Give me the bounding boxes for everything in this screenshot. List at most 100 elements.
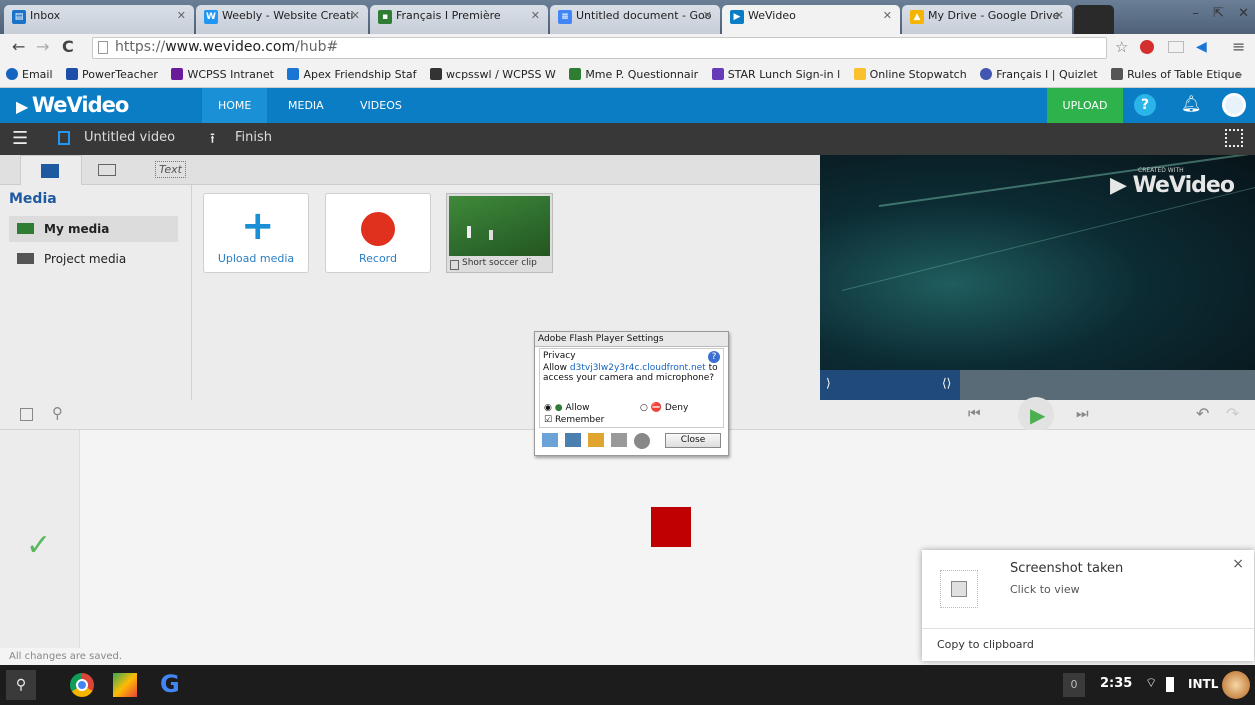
- drop-target[interactable]: [651, 507, 691, 547]
- trim-start-handle[interactable]: ⟩: [826, 376, 831, 390]
- bookmark-star-lunch[interactable]: STAR Lunch Sign-in l: [711, 68, 840, 81]
- trim-end-handle[interactable]: ⟨⟩: [942, 376, 951, 390]
- storage-icon[interactable]: [588, 433, 604, 447]
- bookmark-intranet[interactable]: WCPSS Intranet: [171, 68, 274, 81]
- docs-icon: ≡: [558, 10, 572, 24]
- nav-videos[interactable]: VIDEOS: [344, 88, 418, 123]
- deny-radio[interactable]: ○ ⛔ Deny: [640, 403, 688, 413]
- forward-icon[interactable]: →: [36, 37, 49, 56]
- microphone-icon[interactable]: [611, 433, 627, 447]
- notification-subtitle[interactable]: Click to view: [1010, 583, 1080, 596]
- minimize-icon[interactable]: –: [1192, 6, 1199, 21]
- finish-button[interactable]: Finish: [235, 130, 272, 145]
- privacy-icon[interactable]: [565, 433, 581, 447]
- clock[interactable]: 2:35: [1100, 676, 1132, 691]
- close-button[interactable]: Close: [665, 433, 721, 448]
- cast-icon[interactable]: [1168, 41, 1184, 53]
- tab-francais[interactable]: ▪ Français I Première ✕: [370, 5, 548, 34]
- close-icon[interactable]: ✕: [351, 9, 360, 22]
- bookmark-quizlet[interactable]: Français I | Quizlet: [980, 68, 1098, 81]
- megaphone-icon[interactable]: ◀: [1196, 39, 1207, 55]
- bookmark-stopwatch[interactable]: Online Stopwatch: [853, 68, 967, 81]
- record-card[interactable]: Record: [325, 193, 431, 273]
- divider: [191, 185, 192, 400]
- tab-text[interactable]: Text: [155, 161, 186, 178]
- reload-icon[interactable]: C: [62, 37, 74, 56]
- maximize-icon[interactable]: ⇱: [1213, 6, 1224, 21]
- bookmark-powerteacher[interactable]: PowerTeacher: [66, 68, 158, 81]
- upload-button[interactable]: UPLOAD: [1047, 88, 1123, 123]
- nav-media[interactable]: MEDIA: [272, 88, 340, 123]
- upload-media-card[interactable]: + Upload media: [203, 193, 309, 273]
- fullscreen-icon[interactable]: [1225, 129, 1243, 147]
- play-button[interactable]: ▶: [1018, 397, 1054, 433]
- google-icon[interactable]: G: [160, 670, 180, 698]
- bookmark-table-etiquette[interactable]: Rules of Table Etique: [1111, 68, 1241, 81]
- close-window-icon[interactable]: ✕: [1238, 6, 1249, 21]
- help-icon[interactable]: ?: [1134, 94, 1156, 116]
- user-avatar[interactable]: [1222, 671, 1250, 699]
- collapse-icon[interactable]: [20, 408, 33, 421]
- tab-drive[interactable]: ▲ My Drive - Google Drive ✕: [902, 5, 1072, 34]
- soccer-clip-card[interactable]: Short soccer clip: [446, 193, 553, 273]
- help-icon[interactable]: ?: [708, 351, 720, 363]
- close-icon[interactable]: ×: [1232, 556, 1244, 572]
- chrome-icon[interactable]: [70, 673, 94, 697]
- notification-badge[interactable]: 0: [1063, 673, 1085, 697]
- ime-indicator[interactable]: INTL: [1188, 677, 1218, 691]
- tab-wevideo[interactable]: ▶ WeVideo ✕: [722, 5, 900, 34]
- hamburger-icon[interactable]: ☰: [12, 128, 28, 149]
- extension-icon[interactable]: [1140, 40, 1154, 54]
- window-controls[interactable]: – ⇱ ✕: [1192, 6, 1249, 21]
- skip-forward-icon[interactable]: ⏭: [1076, 406, 1089, 422]
- camera-icon[interactable]: [634, 433, 650, 449]
- preview-scrubber[interactable]: ⟩ ⟨⟩: [820, 370, 1255, 400]
- close-icon[interactable]: ✕: [703, 9, 712, 22]
- undo-icon[interactable]: ↶: [1196, 404, 1209, 423]
- close-icon[interactable]: ✕: [531, 9, 540, 22]
- wevideo-logo[interactable]: ▶ WeVideo: [16, 93, 129, 117]
- back-icon[interactable]: ←: [12, 37, 25, 56]
- close-icon[interactable]: ✕: [883, 9, 892, 22]
- folder-my-media[interactable]: My media: [9, 216, 178, 242]
- allow-radio[interactable]: ◉ ● Allow: [544, 403, 589, 413]
- bookmarks-overflow[interactable]: »: [1236, 68, 1243, 81]
- avatar[interactable]: [1222, 93, 1246, 117]
- tab-docs[interactable]: ≡ Untitled document - Goo ✕: [550, 5, 720, 34]
- tab-inbox[interactable]: ▤ Inbox ✕: [4, 5, 194, 34]
- folder-project-media[interactable]: Project media: [9, 246, 178, 272]
- close-icon[interactable]: ✕: [177, 9, 186, 22]
- quizlet-icon: [980, 68, 993, 80]
- tab-label: Untitled document - Goo: [576, 9, 712, 22]
- bell-icon[interactable]: 🔔︎: [1181, 94, 1201, 113]
- bookmark-email[interactable]: Email: [6, 68, 53, 81]
- bookmark-wcpsswl[interactable]: wcpsswl / WCPSS W: [430, 68, 556, 81]
- wifi-icon[interactable]: ⌔: [1145, 675, 1157, 691]
- battery-icon[interactable]: [1166, 677, 1174, 692]
- nav-home[interactable]: HOME: [202, 88, 268, 123]
- display-icon[interactable]: [542, 433, 558, 447]
- redo-icon[interactable]: ↷: [1226, 404, 1239, 423]
- menu-icon[interactable]: ≡: [1232, 37, 1245, 56]
- bookmark-questionnaire[interactable]: Mme P. Questionnair: [569, 68, 698, 81]
- project-title[interactable]: Untitled video: [84, 130, 175, 145]
- screenshot-notification[interactable]: Screenshot taken Click to view × Copy to…: [922, 550, 1254, 661]
- launcher-search-icon[interactable]: ⚲: [6, 670, 36, 700]
- divider: [922, 628, 1254, 629]
- remember-checkbox[interactable]: ☑ Remember: [544, 415, 604, 425]
- close-icon[interactable]: ✕: [1055, 9, 1064, 22]
- transitions-icon[interactable]: [98, 164, 116, 176]
- new-tab-button[interactable]: [1074, 5, 1114, 34]
- tab-media[interactable]: [20, 155, 82, 185]
- tab-weebly[interactable]: W Weebly - Website Creati ✕: [196, 5, 368, 34]
- bookmark-apex[interactable]: Apex Friendship Staf: [287, 68, 417, 81]
- scrub-range[interactable]: [820, 370, 960, 400]
- address-bar[interactable]: https://www.wevideo.com/hub#: [92, 37, 1107, 59]
- star-icon[interactable]: ☆: [1115, 38, 1128, 56]
- url-domain: www.wevideo.com: [165, 39, 296, 55]
- maps-icon[interactable]: [113, 673, 137, 697]
- copy-to-clipboard-button[interactable]: Copy to clipboard: [937, 638, 1034, 651]
- privacy-heading: Privacy: [543, 351, 576, 361]
- skip-back-icon[interactable]: ⏮: [968, 406, 981, 422]
- search-icon[interactable]: ⚲: [52, 404, 63, 422]
